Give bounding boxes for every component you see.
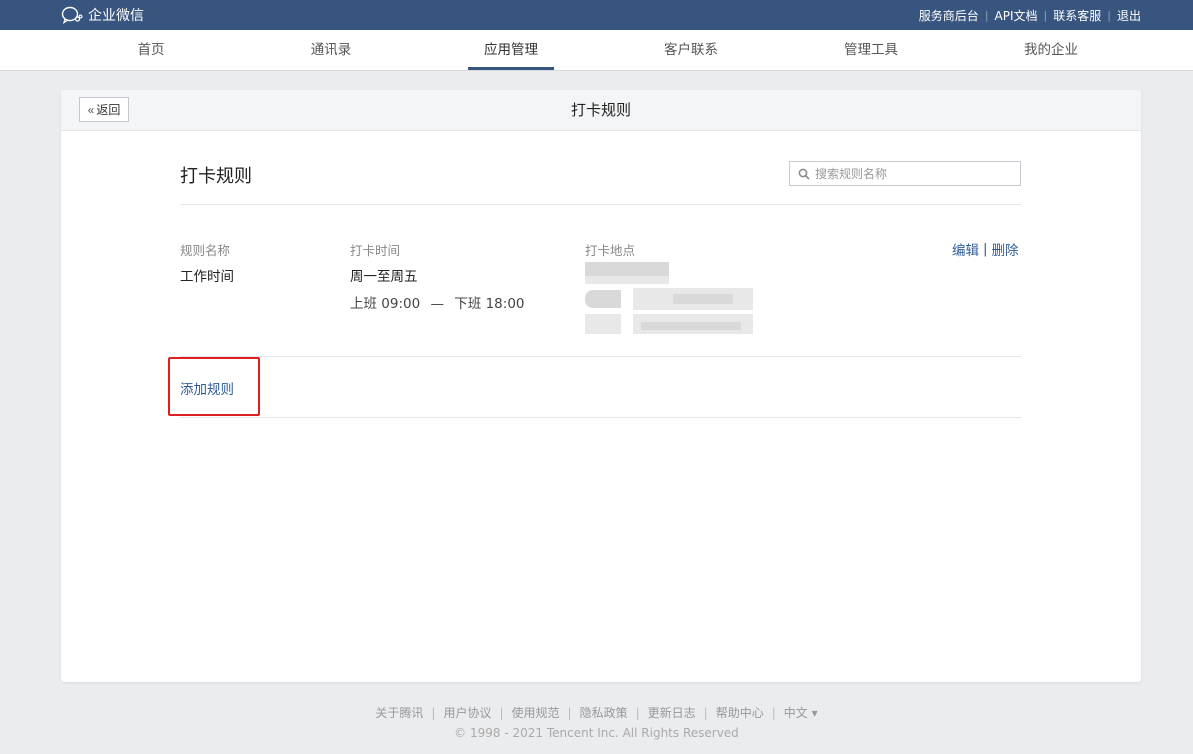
main-nav: 首页 通讯录 应用管理 客户联系 管理工具 我的企业 [0, 30, 1193, 71]
divider: | [635, 706, 640, 720]
nav-item-tools[interactable]: 管理工具 [811, 30, 931, 70]
col-label-place: 打卡地点 [585, 243, 636, 258]
divider: | [703, 706, 708, 720]
wecom-logo-icon [61, 6, 83, 24]
language-select[interactable]: 中文 ▾ [784, 706, 818, 720]
footer-changelog-link[interactable]: 更新日志 [648, 706, 696, 720]
main-panel: 打卡规则 « 返回 打卡规则 规则名称 打卡时间 打卡地点 工作时间 周一至周五… [61, 90, 1141, 682]
rule-hours: 上班 09:00 — 下班 18:00 [350, 292, 525, 312]
footer-links: 关于腾讯 | 用户协议 | 使用规范 | 隐私政策 | 更新日志 | 帮助中心 | 中文 ▾ [0, 704, 1193, 721]
api-docs-link[interactable]: API文档 [995, 7, 1038, 24]
page-title: 打卡规则 [180, 166, 252, 187]
service-provider-link[interactable]: 服务商后台 [919, 7, 979, 24]
rule-name: 工作时间 [180, 269, 234, 285]
search-icon [798, 168, 810, 180]
divider: | [431, 706, 436, 720]
search-box[interactable] [789, 161, 1021, 186]
off-duty-label: 下班 [454, 296, 482, 312]
nav-item-my-company[interactable]: 我的企业 [991, 30, 1111, 70]
col-label-time: 打卡时间 [350, 243, 401, 258]
brand[interactable]: 企业微信 [61, 5, 144, 25]
panel-header: 打卡规则 « 返回 [61, 90, 1141, 131]
copyright: © 1998 - 2021 Tencent Inc. All Rights Re… [454, 726, 739, 740]
footer-terms-link[interactable]: 用户协议 [443, 706, 491, 720]
contact-support-link[interactable]: 联系客服 [1053, 7, 1101, 24]
nav-item-apps[interactable]: 应用管理 [451, 30, 571, 70]
brand-name: 企业微信 [88, 8, 144, 24]
divider: | [983, 241, 988, 257]
search-input[interactable] [815, 166, 1005, 181]
rule-actions: 编辑 | 删除 [952, 239, 1019, 259]
edit-rule-link[interactable]: 编辑 [952, 239, 979, 259]
time-dash: — [430, 296, 445, 312]
on-duty-label: 上班 [350, 296, 377, 312]
back-label: 返回 [96, 103, 121, 117]
back-button[interactable]: « 返回 [79, 97, 129, 122]
divider [180, 204, 1021, 205]
divider [180, 417, 1021, 418]
nav-item-home[interactable]: 首页 [91, 30, 211, 70]
footer-help-link[interactable]: 帮助中心 [716, 706, 764, 720]
divider: | [1107, 8, 1111, 22]
divider [180, 356, 1021, 357]
add-rule-link[interactable]: 添加规则 [180, 378, 234, 398]
footer-privacy-link[interactable]: 隐私政策 [580, 706, 628, 720]
on-duty-time: 09:00 [381, 296, 421, 312]
logout-link[interactable]: 退出 [1117, 7, 1141, 24]
divider: | [567, 706, 572, 720]
footer-usage-link[interactable]: 使用规范 [512, 706, 560, 720]
delete-rule-link[interactable]: 删除 [992, 239, 1019, 259]
col-label-name: 规则名称 [180, 243, 231, 258]
panel-title: 打卡规则 [570, 101, 631, 119]
divider: | [984, 8, 989, 22]
nav-item-contacts[interactable]: 通讯录 [271, 30, 391, 70]
nav-item-customers[interactable]: 客户联系 [631, 30, 751, 70]
top-links: 服务商后台 | API文档 | 联系客服 | 退出 [919, 0, 1141, 30]
double-chevron-left-icon: « [87, 102, 95, 117]
footer-about-link[interactable]: 关于腾讯 [375, 706, 423, 720]
divider: | [499, 706, 504, 720]
divider: | [1043, 8, 1048, 22]
off-duty-time: 18:00 [485, 296, 525, 312]
rule-days: 周一至周五 [350, 269, 418, 285]
divider: | [771, 706, 776, 720]
top-bar: 企业微信 服务商后台 | API文档 | 联系客服 | 退出 [0, 0, 1193, 30]
